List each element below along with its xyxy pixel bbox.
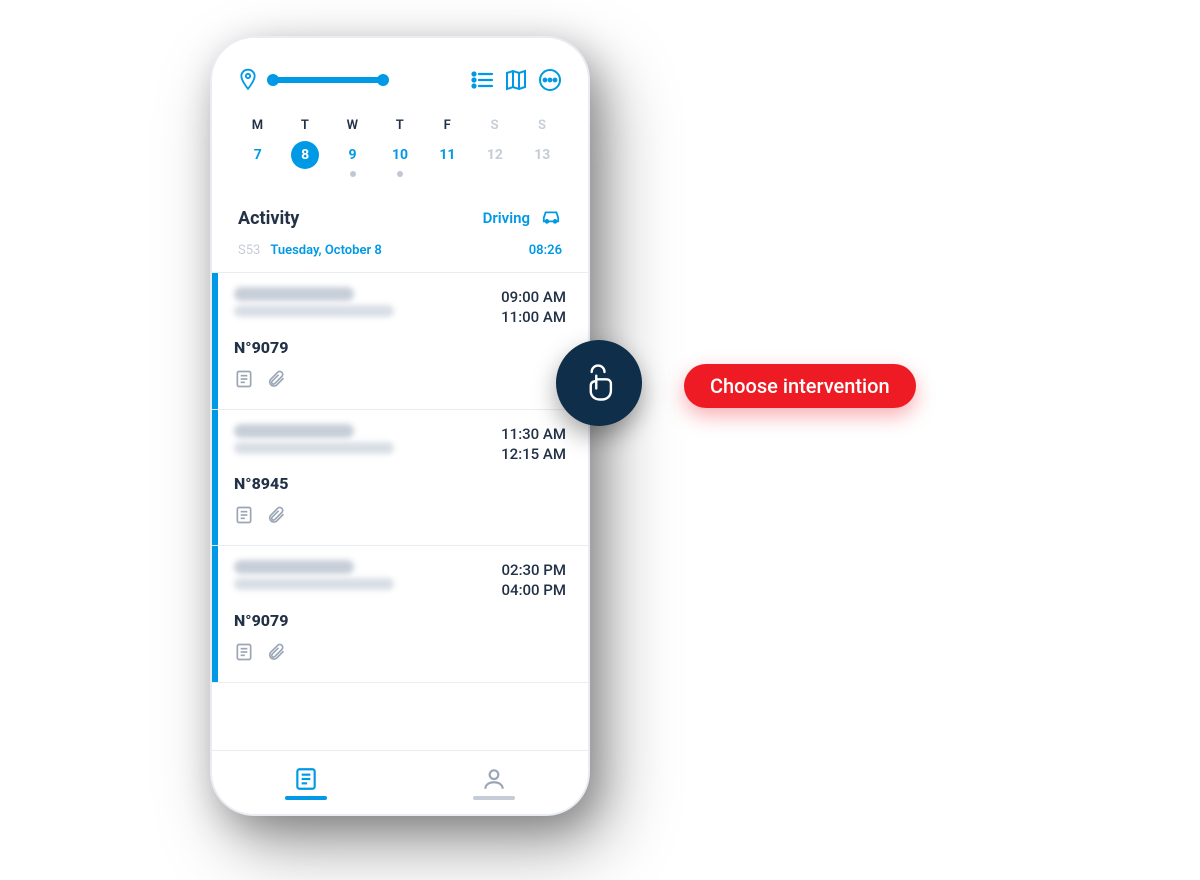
tab-bar [212, 750, 588, 814]
calendar-day[interactable]: 11 [424, 139, 471, 171]
calendar-day[interactable]: 10 [376, 139, 423, 171]
calendar-event-dots [212, 171, 588, 191]
intervention-card[interactable]: 02:30 PM 04:00 PM N°9079 [212, 545, 588, 683]
calendar-day[interactable]: 12 [471, 139, 518, 171]
redacted-title [234, 560, 354, 574]
calendar-weekday-row: M T W T F S S [212, 92, 588, 133]
note-icon[interactable] [234, 505, 254, 529]
top-slider[interactable] [268, 77, 388, 83]
card-time-start: 09:00 AM [501, 287, 566, 307]
more-icon[interactable] [538, 69, 562, 91]
callout-choose-intervention: Choose intervention [684, 364, 916, 408]
dow-label: W [329, 118, 376, 133]
dow-label: T [281, 118, 328, 133]
attachment-icon[interactable] [266, 505, 286, 529]
card-time-start: 02:30 PM [502, 560, 566, 580]
card-ticket-number: N°8945 [234, 474, 566, 493]
location-pin-icon[interactable] [238, 68, 258, 92]
dow-label: S [519, 118, 566, 133]
calendar-day[interactable]: 7 [234, 139, 281, 171]
stage: M T W T F S S 7 8 9 10 11 12 13 Activity [0, 0, 1200, 880]
dow-label: T [376, 118, 423, 133]
redacted-title [234, 287, 354, 301]
activity-title: Activity [238, 208, 299, 229]
attachment-icon[interactable] [266, 642, 286, 666]
dow-label: F [424, 118, 471, 133]
attachment-icon[interactable] [266, 369, 286, 393]
redacted-subtitle [234, 578, 394, 590]
activity-status-label: Driving [483, 209, 530, 227]
card-ticket-number: N°9079 [234, 611, 566, 630]
time-label: 08:26 [529, 243, 562, 258]
redacted-subtitle [234, 442, 394, 454]
calendar-day[interactable]: 9 [329, 139, 376, 171]
card-time-start: 11:30 AM [501, 424, 566, 444]
top-bar [212, 38, 588, 92]
phone-frame: M T W T F S S 7 8 9 10 11 12 13 Activity [210, 36, 590, 816]
card-time-end: 11:00 AM [501, 307, 566, 327]
car-icon [540, 207, 562, 229]
map-icon[interactable] [504, 69, 528, 91]
week-code: S53 [238, 243, 260, 258]
note-icon[interactable] [234, 369, 254, 393]
intervention-card[interactable]: 09:00 AM 11:00 AM N°9079 [212, 272, 588, 409]
tab-profile[interactable] [473, 766, 515, 800]
activity-status[interactable]: Driving [483, 207, 562, 229]
intervention-card[interactable]: 11:30 AM 12:15 AM N°8945 [212, 409, 588, 546]
card-time-end: 04:00 PM [502, 580, 566, 600]
dow-label: M [234, 118, 281, 133]
tap-gesture-icon [556, 340, 642, 426]
redacted-title [234, 424, 354, 438]
event-dot-icon [329, 171, 376, 181]
date-label: Tuesday, October 8 [270, 243, 381, 258]
note-icon[interactable] [234, 642, 254, 666]
tab-tasks[interactable] [285, 766, 327, 800]
list-icon[interactable] [470, 69, 494, 91]
activity-header: Activity Driving [212, 191, 588, 235]
redacted-subtitle [234, 305, 394, 317]
activity-subline: S53 Tuesday, October 8 08:26 [212, 235, 588, 272]
event-dot-icon [376, 171, 423, 181]
calendar-date-row: 7 8 9 10 11 12 13 [212, 133, 588, 171]
calendar-day-selected[interactable]: 8 [281, 139, 328, 171]
calendar-day[interactable]: 13 [519, 139, 566, 171]
card-ticket-number: N°9079 [234, 338, 566, 357]
card-time-end: 12:15 AM [501, 444, 566, 464]
dow-label: S [471, 118, 518, 133]
